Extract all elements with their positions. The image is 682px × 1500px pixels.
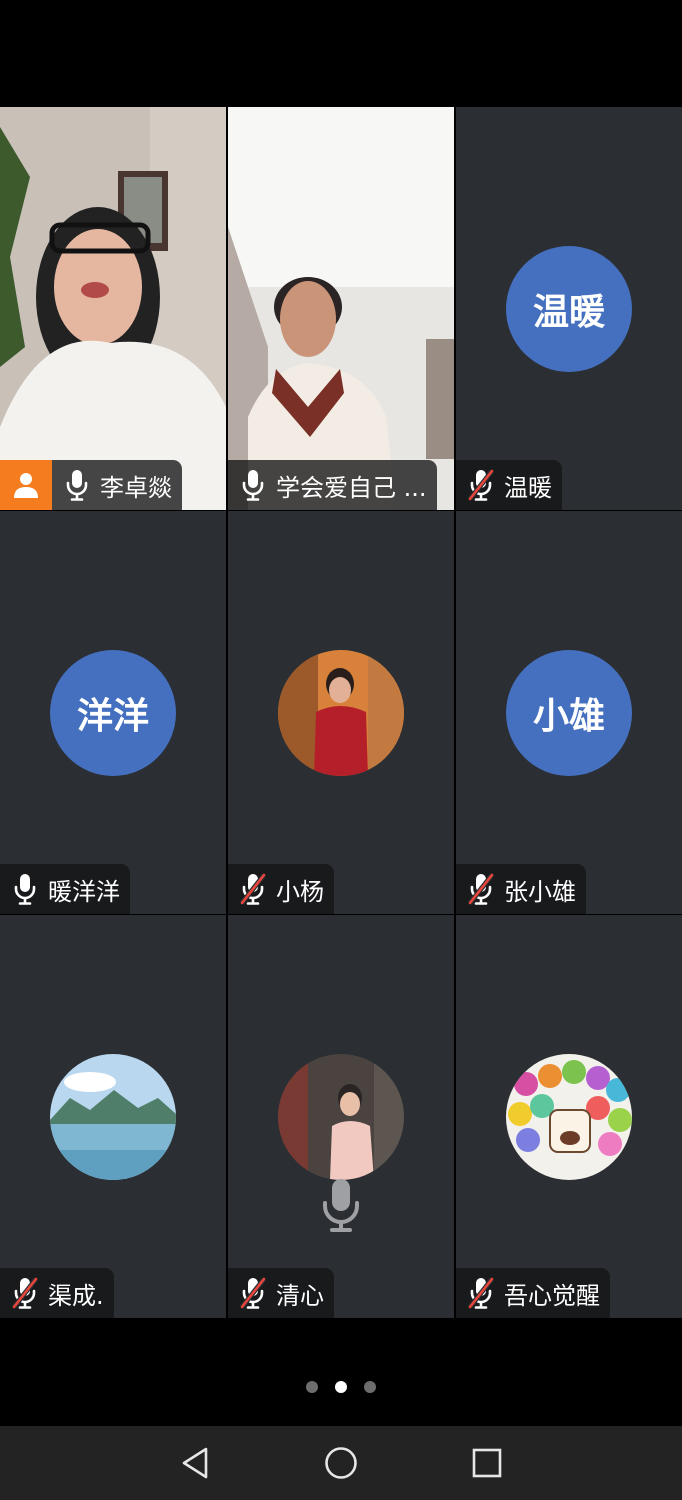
microphone-muted-icon [466, 468, 496, 502]
host-badge [0, 460, 52, 510]
participant-video [0, 107, 226, 510]
microphone-muted-icon [10, 1276, 40, 1310]
page-dot[interactable] [364, 1381, 376, 1393]
microphone-muted-icon [238, 872, 268, 906]
back-triangle-icon [182, 1447, 208, 1479]
participant-name: 李卓燚 [100, 473, 172, 502]
participant-name-label: 暖洋洋 [0, 864, 130, 914]
participant-name: 暖洋洋 [48, 877, 120, 906]
participant-tile[interactable]: 学会爱自己 ... [228, 107, 454, 510]
page-indicator[interactable] [0, 1381, 682, 1395]
microphone-icon [62, 468, 92, 502]
participant-tile[interactable]: 吾心觉醒 [456, 915, 682, 1318]
participant-name: 学会爱自己 ... [276, 473, 427, 502]
microphone-icon [10, 872, 40, 906]
participant-name: 张小雄 [504, 877, 576, 906]
participant-tile[interactable]: 温暖 温暖 [456, 107, 682, 510]
page-dot-active[interactable] [335, 1381, 347, 1393]
participant-name-label: 李卓燚 [52, 460, 182, 510]
avatar: 温暖 [506, 245, 632, 372]
avatar-initials: 温暖 [532, 291, 605, 333]
microphone-muted-icon [466, 872, 496, 906]
home-circle-icon [325, 1447, 357, 1479]
avatar-photo [506, 1053, 632, 1180]
avatar-photo [50, 1053, 176, 1180]
speaking-microphone-icon [323, 1179, 359, 1232]
participant-name-label: 温暖 [456, 460, 562, 510]
nav-home-button[interactable] [324, 1446, 358, 1480]
person-icon [14, 473, 38, 498]
participant-name-label: 小杨 [228, 864, 334, 914]
participant-video [228, 107, 454, 510]
microphone-muted-icon [238, 1276, 268, 1310]
participant-tile[interactable]: 清心 [228, 915, 454, 1318]
avatar: 小雄 [506, 649, 632, 776]
participant-tile[interactable]: 李卓燚 [0, 107, 226, 510]
participant-name-label: 清心 [228, 1268, 334, 1318]
nav-back-button[interactable] [178, 1446, 212, 1480]
nav-recents-button[interactable] [470, 1446, 504, 1480]
participant-name: 小杨 [276, 877, 324, 906]
avatar-photo [278, 1053, 404, 1180]
avatar-initials: 洋洋 [76, 695, 149, 737]
participant-grid: 李卓燚 学会爱自己 ... 温暖 温暖 洋洋 暖洋洋 小杨 小雄 张小雄 渠成.… [0, 107, 682, 1318]
participant-tile[interactable]: 小雄 张小雄 [456, 511, 682, 914]
avatar-photo [278, 649, 404, 776]
avatar-initials: 小雄 [532, 695, 605, 737]
participant-name: 渠成. [48, 1281, 104, 1310]
recents-square-icon [472, 1448, 502, 1478]
microphone-muted-icon [466, 1276, 496, 1310]
microphone-icon [238, 468, 268, 502]
avatar: 洋洋 [50, 649, 176, 776]
participant-name: 吾心觉醒 [504, 1281, 600, 1310]
participant-name-label: 学会爱自己 ... [228, 460, 437, 510]
system-navigation-bar [0, 1426, 682, 1500]
participant-name-label: 张小雄 [456, 864, 586, 914]
participant-tile[interactable]: 小杨 [228, 511, 454, 914]
participant-tile[interactable]: 渠成. [0, 915, 226, 1318]
page-dot[interactable] [306, 1381, 318, 1393]
participant-name: 温暖 [504, 473, 552, 502]
participant-name: 清心 [276, 1281, 324, 1310]
participant-name-label: 吾心觉醒 [456, 1268, 610, 1318]
participant-tile[interactable]: 洋洋 暖洋洋 [0, 511, 226, 914]
participant-name-label: 渠成. [0, 1268, 114, 1318]
